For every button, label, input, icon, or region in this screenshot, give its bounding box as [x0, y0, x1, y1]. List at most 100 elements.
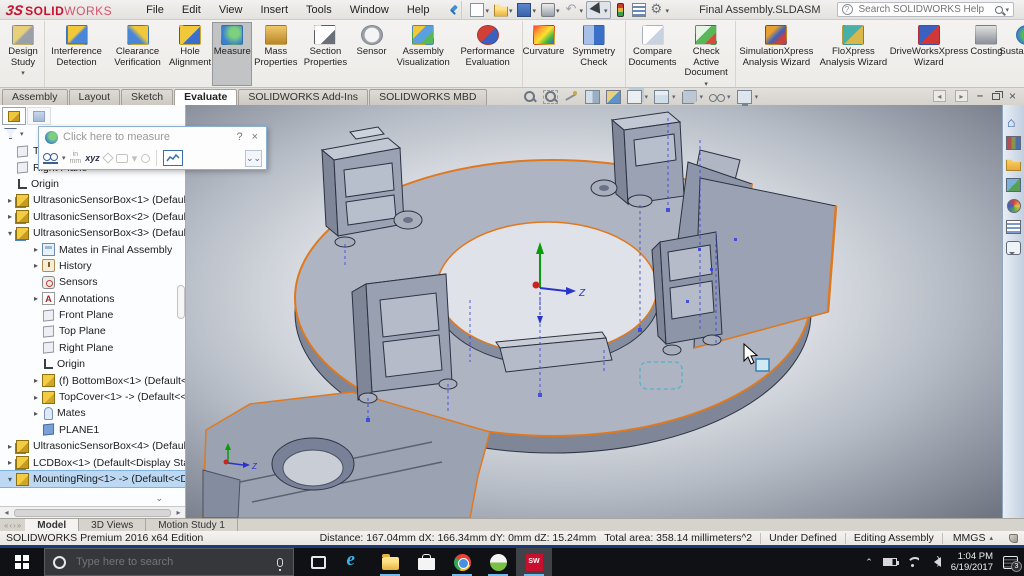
first-tab-icon[interactable]: «	[4, 521, 8, 530]
measure-close-icon[interactable]: ×	[250, 131, 260, 143]
next-tab-icon[interactable]: ›	[13, 521, 16, 530]
tree-item-ultrasonicsensorbox-3-default-d[interactable]: UltrasonicSensorBox<3> (Default<D	[0, 225, 185, 241]
wifi-icon[interactable]	[907, 557, 919, 567]
menu-help[interactable]: Help	[399, 2, 438, 18]
expander-expand-icon[interactable]	[30, 393, 42, 402]
taskbar-search-input[interactable]	[74, 555, 269, 569]
tree-item-ultrasonicsensorbox-2-default-d[interactable]: UltrasonicSensorBox<2> (Default<D	[0, 209, 185, 225]
undo-button[interactable]	[563, 2, 586, 18]
tab-sketch[interactable]: Sketch	[121, 89, 174, 105]
search-icon[interactable]	[994, 5, 1003, 14]
document-close-button[interactable]: ×	[1009, 89, 1016, 103]
forum-icon[interactable]	[1006, 241, 1021, 255]
measure-dialog-titlebar[interactable]: Click here to measure ? ×	[39, 127, 266, 147]
notification-center-icon[interactable]: 3	[1003, 555, 1022, 572]
tree-item-mates-in-final-assembly[interactable]: Mates in Final Assembly	[0, 241, 185, 257]
ribbon-button-design-study[interactable]: Design Study	[3, 22, 43, 86]
expander-expand-icon[interactable]	[30, 261, 42, 270]
ribbon-button-driveworksxpress-wizard[interactable]: DriveWorksXpress Wizard	[890, 22, 968, 86]
tab-solidworks-add-ins[interactable]: SOLIDWORKS Add-Ins	[238, 89, 369, 105]
document-minimize-button[interactable]: –	[977, 90, 983, 102]
last-tab-icon[interactable]: »	[17, 521, 21, 530]
select-button[interactable]	[586, 0, 611, 19]
previous-document-button[interactable]: ◂	[932, 90, 946, 102]
ribbon-button-curvature[interactable]: Curvature	[523, 22, 564, 86]
expander-expand-icon[interactable]	[4, 458, 16, 467]
ribbon-button-check-active-document[interactable]: Check Active Document	[678, 22, 734, 86]
clock[interactable]: 1:04 PM 6/19/2017	[951, 551, 993, 573]
arc-measure-icon[interactable]	[43, 152, 58, 164]
tree-item-lcdbox-1-default-display-state[interactable]: LCDBox<1> (Default<Display State-	[0, 454, 185, 470]
dropdown-caret-icon[interactable]: ▾	[727, 93, 731, 101]
previous-view-icon[interactable]	[564, 90, 579, 104]
tree-vertical-scrollbar[interactable]	[177, 285, 185, 319]
ribbon-button-assembly-visualization[interactable]: Assembly Visualization	[392, 22, 455, 86]
ribbon-button-interference-detection[interactable]: Interference Detection	[46, 22, 107, 86]
expander-expand-icon[interactable]	[30, 245, 42, 254]
appearance-paint-icon[interactable]	[605, 90, 621, 104]
tab-property-manager[interactable]	[27, 107, 51, 125]
appearances-icon[interactable]	[1006, 199, 1021, 213]
expander-expand-icon[interactable]	[30, 409, 42, 418]
expander-collapse-icon[interactable]	[4, 475, 16, 484]
tree-item-plane1[interactable]: PLANE1	[0, 422, 185, 438]
delta-xyz-icon[interactable]: xyz	[85, 152, 100, 164]
doc-tab-3d-views[interactable]: 3D Views	[79, 519, 147, 531]
tab-layout[interactable]: Layout	[68, 89, 121, 105]
ribbon-button-section-properties[interactable]: Section Properties	[299, 22, 351, 86]
app-store[interactable]	[408, 548, 444, 576]
scroll-left-icon[interactable]: ◂	[0, 508, 13, 517]
tree-item-annotations[interactable]: Annotations	[0, 291, 185, 307]
prev-tab-icon[interactable]: ‹	[9, 521, 12, 530]
tree-item-mountingring-1-default-d[interactable]: MountingRing<1> -> (Default<<D	[0, 469, 185, 489]
tree-item-right-plane[interactable]: Right Plane	[0, 340, 185, 356]
taskbar-search[interactable]	[44, 548, 294, 576]
arc-measure-caret-icon[interactable]: ▾	[62, 154, 66, 162]
doc-tab-model[interactable]: Model	[25, 519, 80, 531]
ribbon-button-sustainability[interactable]: Sustainability	[999, 22, 1024, 86]
resources-icon[interactable]	[1006, 136, 1021, 150]
dropdown-caret-icon[interactable]: ▾	[755, 93, 759, 101]
tab-evaluate[interactable]: Evaluate	[174, 89, 238, 105]
tab-feature-tree[interactable]	[2, 107, 26, 125]
ribbon-button-performance-evaluation[interactable]: Performance Evaluation	[455, 22, 521, 86]
tree-item-f-bottombox-1-default-d[interactable]: (f) BottomBox<1> (Default<<D	[0, 372, 185, 388]
tree-item-history[interactable]: History	[0, 258, 185, 274]
tree-item-topcover-1-default-de[interactable]: TopCover<1> -> (Default<<De	[0, 389, 185, 405]
ribbon-button-clearance-verification[interactable]: Clearance Verification	[107, 22, 168, 86]
filter-caret-icon[interactable]: ▾	[20, 130, 24, 138]
expander-expand-icon[interactable]	[4, 196, 16, 205]
battery-icon[interactable]	[882, 558, 899, 566]
microphone-icon[interactable]	[277, 557, 283, 571]
file-explorer-icon[interactable]	[1006, 178, 1021, 192]
app-solidworks[interactable]	[516, 548, 552, 576]
save-button[interactable]	[515, 2, 538, 18]
scene-pages-icon[interactable]	[626, 90, 642, 104]
ribbon-button-simulationxpress-analysis-wizard[interactable]: SimulationXpress Analysis Wizard	[737, 22, 815, 86]
search-dropdown-icon[interactable]: ▾	[1006, 6, 1010, 14]
ribbon-button-hole-alignment[interactable]: Hole Alignment	[168, 22, 212, 86]
options-list-button[interactable]	[630, 2, 648, 18]
new-button[interactable]	[468, 2, 491, 18]
ribbon-button-measure[interactable]: Measure	[212, 22, 253, 86]
scroll-right-icon[interactable]: ▸	[172, 508, 185, 517]
menu-tools[interactable]: Tools	[298, 2, 340, 18]
units-icon[interactable]: in mm	[70, 151, 82, 165]
document-restore-button[interactable]	[991, 90, 1003, 100]
expander-expand-icon[interactable]	[4, 442, 16, 451]
help-search-input[interactable]	[856, 3, 993, 16]
volume-icon[interactable]	[929, 555, 941, 567]
dropdown-caret-icon[interactable]: ▾	[672, 93, 676, 101]
view-orientation-icon[interactable]	[654, 90, 670, 104]
custom-properties-icon[interactable]	[1006, 220, 1021, 234]
doc-tab-motion-study-1[interactable]: Motion Study 1	[146, 519, 238, 531]
zoom-area-icon[interactable]	[542, 90, 558, 104]
measurement-history-icon[interactable]	[163, 150, 184, 166]
tree-item-ultrasonicsensorbox-1-default-d[interactable]: UltrasonicSensorBox<1> (Default<D	[0, 192, 185, 208]
tree-item-origin[interactable]: Origin	[0, 356, 185, 372]
dropdown-caret-icon[interactable]: ▾	[645, 93, 649, 101]
app-edge[interactable]	[336, 548, 372, 576]
tab-solidworks-mbd[interactable]: SOLIDWORKS MBD	[369, 89, 487, 105]
menu-edit[interactable]: Edit	[174, 2, 209, 18]
tree-item-origin[interactable]: Origin	[0, 176, 185, 192]
